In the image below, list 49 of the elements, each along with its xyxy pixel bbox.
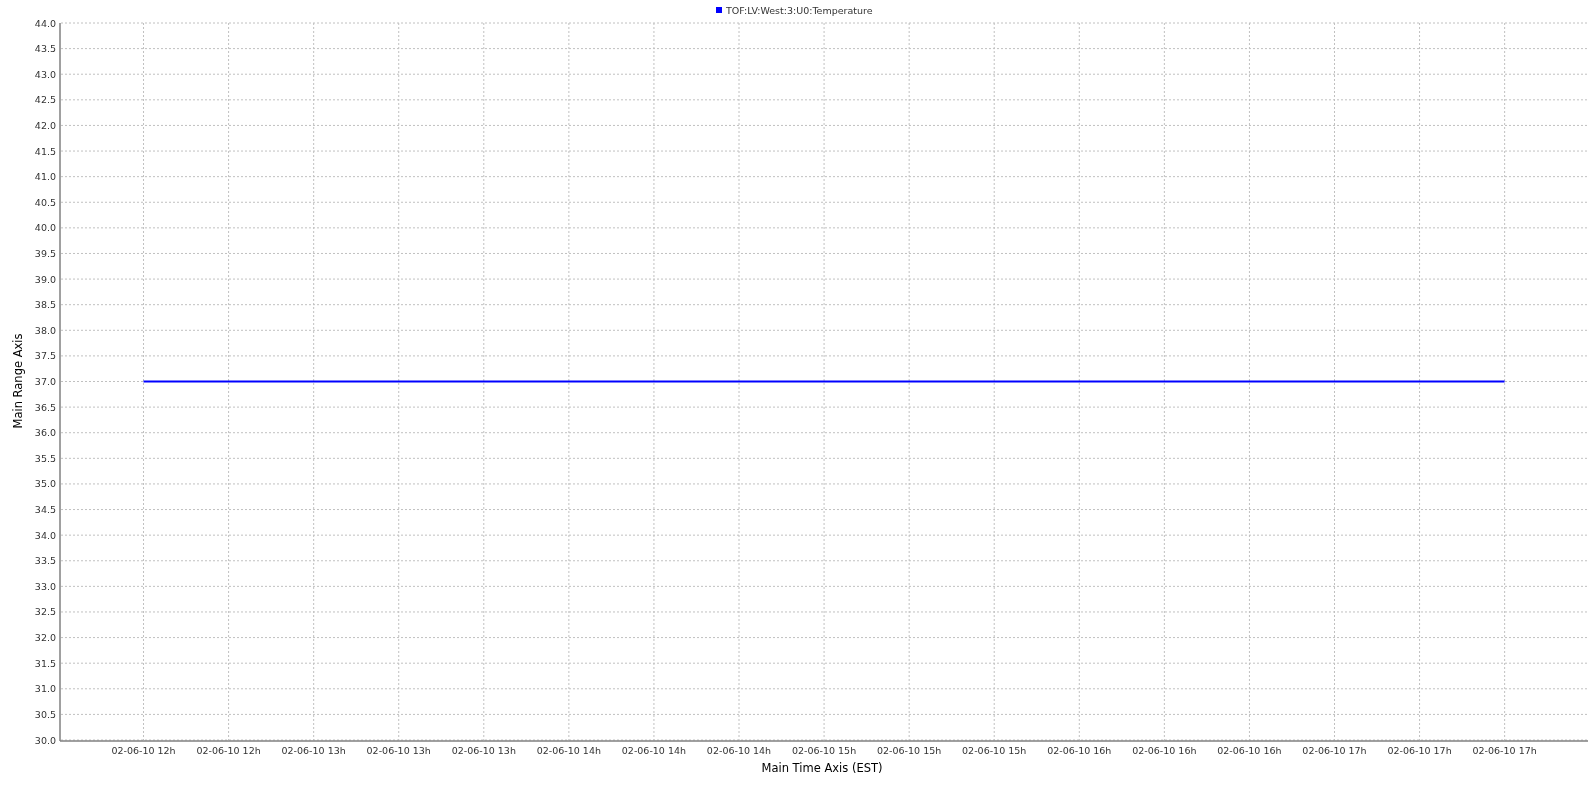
axis-tick-label: 31.5 xyxy=(34,657,56,669)
axis-title: Main Range Axis xyxy=(11,333,25,429)
axis-tick-label: 42.0 xyxy=(34,119,56,131)
axis-tick-label: 41.0 xyxy=(34,171,56,183)
legend-label: TOF:LV:West:3:U0:Temperature xyxy=(726,5,873,16)
axis-tick-label: 02-06-10 16h xyxy=(1217,745,1282,756)
axis-tick-label: 02-06-10 14h xyxy=(536,745,601,756)
axis-tick-label: 32.5 xyxy=(34,606,56,618)
axis-tick-label: 02-06-10 13h xyxy=(451,745,516,756)
axis-tick-label: 34.5 xyxy=(34,504,56,516)
axis-tick-label: 32.0 xyxy=(34,632,56,644)
axis-tick-label: 31.0 xyxy=(34,683,56,695)
axis-tick-label: 43.0 xyxy=(34,68,56,80)
axis-tick-label: 30.0 xyxy=(34,734,56,746)
axis-tick-label: 40.5 xyxy=(34,196,56,208)
axis-tick-label: 36.5 xyxy=(34,401,56,413)
axis-tick-label: 38.5 xyxy=(34,299,56,311)
axis-title: Main Time Axis (EST) xyxy=(761,761,883,775)
axis-tick-label: 37.0 xyxy=(34,376,56,387)
axis-tick-label: 02-06-10 14h xyxy=(706,745,772,756)
axis-tick-label: 34.0 xyxy=(34,529,56,541)
axis-tick-label: 33.0 xyxy=(34,580,56,592)
axis-tick-label: 40.0 xyxy=(34,222,56,234)
axis-tick-label: 39.0 xyxy=(34,273,56,285)
axis-tick-label: 42.5 xyxy=(34,94,56,106)
axis-tick-label: 02-06-10 16h xyxy=(1132,745,1197,756)
axis-tick-label: 36.0 xyxy=(34,427,56,439)
axis-tick-label: 02-06-10 15h xyxy=(962,745,1027,756)
axis-tick-label: 44.0 xyxy=(34,17,56,29)
axis-tick-label: 02-06-10 14h xyxy=(621,745,687,756)
axis-tick-label: 30.5 xyxy=(34,708,56,720)
axis-tick-label: 02-06-10 12h xyxy=(111,745,176,756)
axis-tick-label: 02-06-10 15h xyxy=(791,745,857,756)
axis-tick-label: 02-06-10 17h xyxy=(1302,745,1367,756)
axis-tick-label: 43.5 xyxy=(34,43,56,55)
axis-tick-label: 39.5 xyxy=(34,247,56,259)
axis-tick-label: 02-06-10 15h xyxy=(877,745,942,756)
axis-tick-label: 37.5 xyxy=(34,350,56,362)
axis-tick-label: 38.0 xyxy=(34,324,56,336)
axis-tick-label: 02-06-10 17h xyxy=(1387,745,1452,756)
axis-tick-label: 02-06-10 16h xyxy=(1047,745,1112,756)
axis-tick-label: 02-06-10 13h xyxy=(281,745,346,756)
axis-tick-label: 35.5 xyxy=(34,452,56,464)
axis-tick-label: 02-06-10 12h xyxy=(196,745,261,756)
axis-tick-label: 35.0 xyxy=(34,478,56,490)
axis-tick-label: 41.5 xyxy=(34,145,56,157)
axis-tick-label: 33.5 xyxy=(34,555,56,567)
axis-tick-label: 02-06-10 17h xyxy=(1472,745,1537,756)
axis-tick-label: 02-06-10 13h xyxy=(366,745,431,756)
